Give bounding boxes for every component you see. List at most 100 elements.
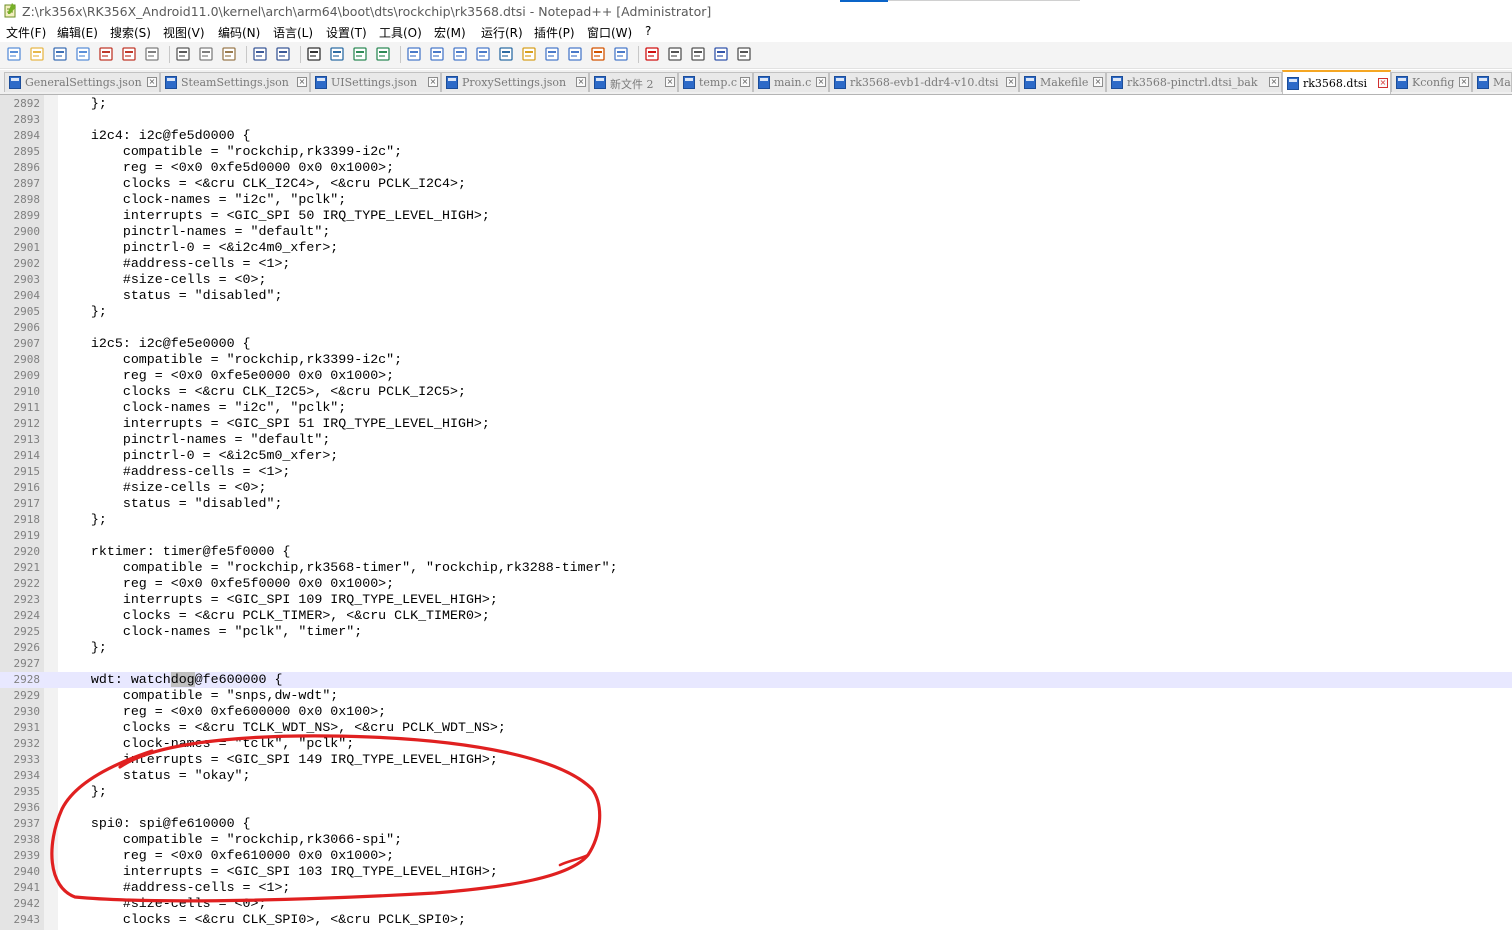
word-wrap-icon[interactable] [452, 46, 468, 62]
code-text[interactable]: clocks = <&cru CLK_SPI0>, <&cru PCLK_SPI… [59, 912, 466, 928]
code-line[interactable]: 2909 reg = <0x0 0xfe5e0000 0x0 0x1000>; [0, 368, 1512, 384]
open-file-icon[interactable] [29, 46, 45, 62]
code-line[interactable]: 2942 #size-cells = <0>; [0, 896, 1512, 912]
code-line[interactable]: 2893 [0, 112, 1512, 128]
menu-item-10[interactable]: 插件(P) [534, 24, 575, 41]
code-line[interactable]: 2912 interrupts = <GIC_SPI 51 IRQ_TYPE_L… [0, 416, 1512, 432]
tab-12[interactable]: Mak [1472, 72, 1512, 92]
menu-item-2[interactable]: 搜索(S) [110, 24, 151, 41]
tab-close-icon[interactable]: × [665, 77, 675, 87]
code-line[interactable]: 2925 clock-names = "pclk", "timer"; [0, 624, 1512, 640]
tab-close-icon[interactable]: × [297, 77, 307, 87]
undo-icon[interactable] [252, 46, 268, 62]
code-text[interactable]: clock-names = "pclk", "timer"; [59, 624, 362, 640]
code-line[interactable]: 2895 compatible = "rockchip,rk3399-i2c"; [0, 144, 1512, 160]
replace-icon[interactable] [329, 46, 345, 62]
code-text[interactable]: #address-cells = <1>; [59, 464, 291, 480]
code-text[interactable]: }; [59, 304, 107, 320]
code-line[interactable]: 2896 reg = <0x0 0xfe5d0000 0x0 0x1000>; [0, 160, 1512, 176]
redo-icon[interactable] [275, 46, 291, 62]
tab-6[interactable]: main.c × [753, 72, 829, 92]
menu-item-8[interactable]: 宏(M) [434, 24, 466, 41]
code-text[interactable]: #size-cells = <0>; [59, 896, 267, 912]
save-icon[interactable] [52, 46, 68, 62]
tab-4[interactable]: 新文件 2 × [589, 72, 678, 92]
code-line[interactable]: 2936 [0, 800, 1512, 816]
code-line[interactable]: 2899 interrupts = <GIC_SPI 50 IRQ_TYPE_L… [0, 208, 1512, 224]
code-text[interactable]: interrupts = <GIC_SPI 149 IRQ_TYPE_LEVEL… [59, 752, 498, 768]
tab-10[interactable]: rk3568.dtsi × [1282, 70, 1391, 94]
code-line[interactable]: 2939 reg = <0x0 0xfe610000 0x0 0x1000>; [0, 848, 1512, 864]
tab-7[interactable]: rk3568-evb1-ddr4-v10.dtsi × [829, 72, 1019, 92]
code-line[interactable]: 2938 compatible = "rockchip,rk3066-spi"; [0, 832, 1512, 848]
code-text[interactable]: #size-cells = <0>; [59, 272, 267, 288]
code-line[interactable]: 2917 status = "disabled"; [0, 496, 1512, 512]
code-line[interactable]: 2907 i2c5: i2c@fe5e0000 { [0, 336, 1512, 352]
code-text[interactable]: compatible = "snps,dw-wdt"; [59, 688, 338, 704]
code-text[interactable]: }; [59, 784, 107, 800]
menu-item-4[interactable]: 编码(N) [218, 24, 260, 41]
code-line[interactable]: 2919 [0, 528, 1512, 544]
code-text[interactable]: status = "disabled"; [59, 288, 283, 304]
tab-5[interactable]: temp.c × [678, 72, 753, 92]
code-line[interactable]: 2908 compatible = "rockchip,rk3399-i2c"; [0, 352, 1512, 368]
code-text[interactable]: }; [59, 512, 107, 528]
indent-guide-icon[interactable] [498, 46, 514, 62]
code-line[interactable]: 2902 #address-cells = <1>; [0, 256, 1512, 272]
code-line[interactable]: 2923 interrupts = <GIC_SPI 109 IRQ_TYPE_… [0, 592, 1512, 608]
code-text[interactable]: i2c4: i2c@fe5d0000 { [59, 128, 251, 144]
code-text[interactable]: pinctrl-names = "default"; [59, 224, 330, 240]
tab-9[interactable]: rk3568-pinctrl.dtsi_bak × [1106, 72, 1282, 92]
code-line[interactable]: 2930 reg = <0x0 0xfe600000 0x0 0x100>; [0, 704, 1512, 720]
code-line[interactable]: 2935 }; [0, 784, 1512, 800]
code-text[interactable]: pinctrl-0 = <&i2c5m0_xfer>; [59, 448, 338, 464]
record-macro-icon[interactable] [644, 46, 660, 62]
code-line[interactable]: 2916 #size-cells = <0>; [0, 480, 1512, 496]
tab-close-icon[interactable]: × [576, 77, 586, 87]
code-line[interactable]: 2943 clocks = <&cru CLK_SPI0>, <&cru PCL… [0, 912, 1512, 928]
menu-item-9[interactable]: 运行(R) [481, 24, 523, 41]
code-text[interactable]: clock-names = "i2c", "pclk"; [59, 400, 346, 416]
code-text[interactable]: #address-cells = <1>; [59, 256, 291, 272]
tab-8[interactable]: Makefile × [1019, 72, 1106, 92]
tab-1[interactable]: SteamSettings.json × [160, 72, 310, 92]
function-list-icon[interactable] [567, 46, 583, 62]
code-line[interactable]: 2905 }; [0, 304, 1512, 320]
code-text[interactable]: }; [59, 96, 107, 112]
menu-item-0[interactable]: 文件(F) [6, 24, 46, 41]
show-all-chars-icon[interactable] [475, 46, 491, 62]
code-editor[interactable]: 2892 }; 2893 2894 i2c4: i2c@fe5d0000 {2895… [0, 95, 1512, 930]
code-line[interactable]: 2913 pinctrl-names = "default"; [0, 432, 1512, 448]
code-line[interactable]: 2894 i2c4: i2c@fe5d0000 { [0, 128, 1512, 144]
code-text[interactable]: reg = <0x0 0xfe5f0000 0x0 0x1000>; [59, 576, 394, 592]
sync-horizontal-icon[interactable] [429, 46, 445, 62]
code-line[interactable]: 2926 }; [0, 640, 1512, 656]
stop-macro-icon[interactable] [667, 46, 683, 62]
code-line[interactable]: 2915 #address-cells = <1>; [0, 464, 1512, 480]
menu-item-12[interactable]: ? [645, 24, 651, 38]
zoom-out-icon[interactable] [375, 46, 391, 62]
code-line[interactable]: 2924 clocks = <&cru PCLK_TIMER>, <&cru C… [0, 608, 1512, 624]
code-text[interactable]: clocks = <&cru TCLK_WDT_NS>, <&cru PCLK_… [59, 720, 506, 736]
code-line[interactable]: 2927 [0, 656, 1512, 672]
code-line[interactable]: 2937 spi0: spi@fe610000 { [0, 816, 1512, 832]
tab-close-icon[interactable]: × [1378, 78, 1388, 88]
code-text[interactable]: clock-names = "i2c", "pclk"; [59, 192, 346, 208]
menu-item-6[interactable]: 设置(T) [326, 24, 367, 41]
sync-vertical-icon[interactable] [406, 46, 422, 62]
code-line[interactable]: 2914 pinctrl-0 = <&i2c5m0_xfer>; [0, 448, 1512, 464]
monitor-icon[interactable] [613, 46, 629, 62]
copy-icon[interactable] [198, 46, 214, 62]
menu-item-3[interactable]: 视图(V) [163, 24, 205, 41]
code-text[interactable]: compatible = "rockchip,rk3399-i2c"; [59, 352, 402, 368]
code-text[interactable]: compatible = "rockchip,rk3066-spi"; [59, 832, 402, 848]
code-text[interactable]: spi0: spi@fe610000 { [59, 816, 251, 832]
code-line[interactable]: 2900 pinctrl-names = "default"; [0, 224, 1512, 240]
code-line[interactable]: 2898 clock-names = "i2c", "pclk"; [0, 192, 1512, 208]
code-text[interactable]: interrupts = <GIC_SPI 103 IRQ_TYPE_LEVEL… [59, 864, 498, 880]
code-text[interactable]: clocks = <&cru CLK_I2C4>, <&cru PCLK_I2C… [59, 176, 466, 192]
cut-icon[interactable] [175, 46, 191, 62]
code-text[interactable]: #address-cells = <1>; [59, 880, 291, 896]
tab-close-icon[interactable]: × [1093, 77, 1103, 87]
code-line[interactable]: 2934 status = "okay"; [0, 768, 1512, 784]
